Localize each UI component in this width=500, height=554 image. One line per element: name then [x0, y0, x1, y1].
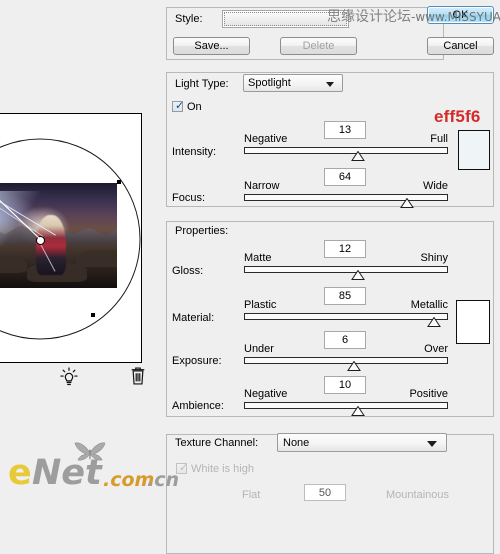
light-direction-line	[0, 200, 40, 239]
height-right-cap: Mountainous	[386, 489, 449, 501]
trash-icon[interactable]	[129, 364, 147, 388]
enet-watermark-logo: e Net .com .cn	[6, 452, 181, 496]
exposure-right-cap: Over	[424, 343, 448, 355]
save-button[interactable]: Save...	[173, 37, 250, 55]
exposure-label: Exposure:	[172, 355, 222, 367]
material-value-input[interactable]: 85	[324, 287, 366, 305]
watermark-top-url: -www.MISSYUAN.COM	[411, 10, 500, 24]
intensity-slider-knob[interactable]	[351, 151, 366, 161]
height-value-input[interactable]: 50	[304, 484, 346, 501]
texture-channel-value: None	[283, 437, 310, 449]
material-label: Material:	[172, 312, 215, 324]
ambience-label: Ambience:	[172, 400, 224, 412]
intensity-value-input[interactable]: 13	[324, 121, 366, 139]
ambience-value-input[interactable]: 10	[324, 376, 366, 394]
exposure-value-input[interactable]: 6	[324, 331, 366, 349]
intensity-right-cap: Full	[430, 133, 448, 145]
intensity-slider-track[interactable]	[244, 147, 448, 154]
material-right-cap: Metallic	[410, 299, 448, 311]
ambience-left-cap: Negative	[244, 388, 288, 400]
intensity-left-cap: Negative	[244, 133, 288, 145]
hex-annotation: eff5f6	[434, 107, 481, 126]
light-color-swatch[interactable]	[458, 130, 490, 170]
exposure-slider-knob[interactable]	[347, 361, 362, 371]
gloss-label: Gloss:	[172, 265, 204, 277]
texture-channel-dropdown[interactable]: None	[277, 433, 447, 452]
properties-label: Properties:	[172, 225, 232, 237]
gloss-left-cap: Matte	[244, 252, 272, 264]
focus-left-cap: Narrow	[244, 180, 280, 192]
white-is-high-label: White is high	[191, 463, 254, 475]
light-type-value: Spotlight	[248, 77, 291, 89]
material-color-swatch[interactable]	[456, 300, 490, 344]
watermark-top: 思缘设计论坛-www.MISSYUAN.COM	[327, 6, 500, 26]
exposure-slider-track[interactable]	[244, 357, 448, 364]
chevron-down-icon	[427, 441, 437, 447]
ambience-slider-knob[interactable]	[351, 406, 366, 416]
gloss-value-input[interactable]: 12	[324, 240, 366, 258]
ambience-right-cap: Positive	[409, 388, 448, 400]
gloss-right-cap: Shiny	[420, 252, 448, 264]
light-type-dropdown[interactable]: Spotlight	[243, 74, 343, 92]
logo-letter-e: e	[8, 453, 32, 493]
ellipse-handle-bottom-right[interactable]	[91, 313, 95, 317]
checkbox-box: ✓	[172, 101, 184, 112]
focus-right-cap: Wide	[422, 180, 448, 192]
light-type-label: Light Type:	[172, 78, 232, 90]
ambience-slider-track[interactable]	[244, 402, 448, 409]
material-left-cap: Plastic	[244, 299, 277, 311]
material-slider-track[interactable]	[244, 313, 448, 320]
intensity-label: Intensity:	[172, 146, 217, 158]
white-is-high-checkbox: ✓ White is high	[176, 463, 276, 477]
texture-channel-label: Texture Channel:	[172, 437, 262, 449]
height-left-cap: Flat	[242, 489, 261, 501]
focus-value-input[interactable]: 64	[324, 168, 366, 186]
delete-button: Delete	[280, 37, 357, 55]
cancel-button[interactable]: Cancel	[427, 37, 494, 55]
logo-text-cn: .cn	[147, 469, 180, 491]
watermark-top-cn: 思缘设计论坛	[327, 9, 411, 25]
logo-text-net: Net	[32, 453, 102, 493]
chevron-down-icon	[326, 82, 334, 87]
exposure-left-cap: Under	[244, 343, 274, 355]
focus-slider-track[interactable]	[244, 194, 448, 201]
gloss-slider-knob[interactable]	[351, 270, 366, 280]
gloss-slider-track[interactable]	[244, 266, 448, 273]
ellipse-handle-top-right[interactable]	[117, 180, 121, 184]
focus-label: Focus:	[172, 192, 206, 204]
light-on-label: On	[187, 101, 202, 113]
material-slider-knob[interactable]	[426, 317, 441, 327]
focus-slider-knob[interactable]	[400, 198, 415, 208]
light-on-checkbox[interactable]: ✓ On	[172, 101, 232, 115]
style-label: Style:	[172, 13, 206, 25]
light-bulb-icon[interactable]	[58, 365, 80, 389]
